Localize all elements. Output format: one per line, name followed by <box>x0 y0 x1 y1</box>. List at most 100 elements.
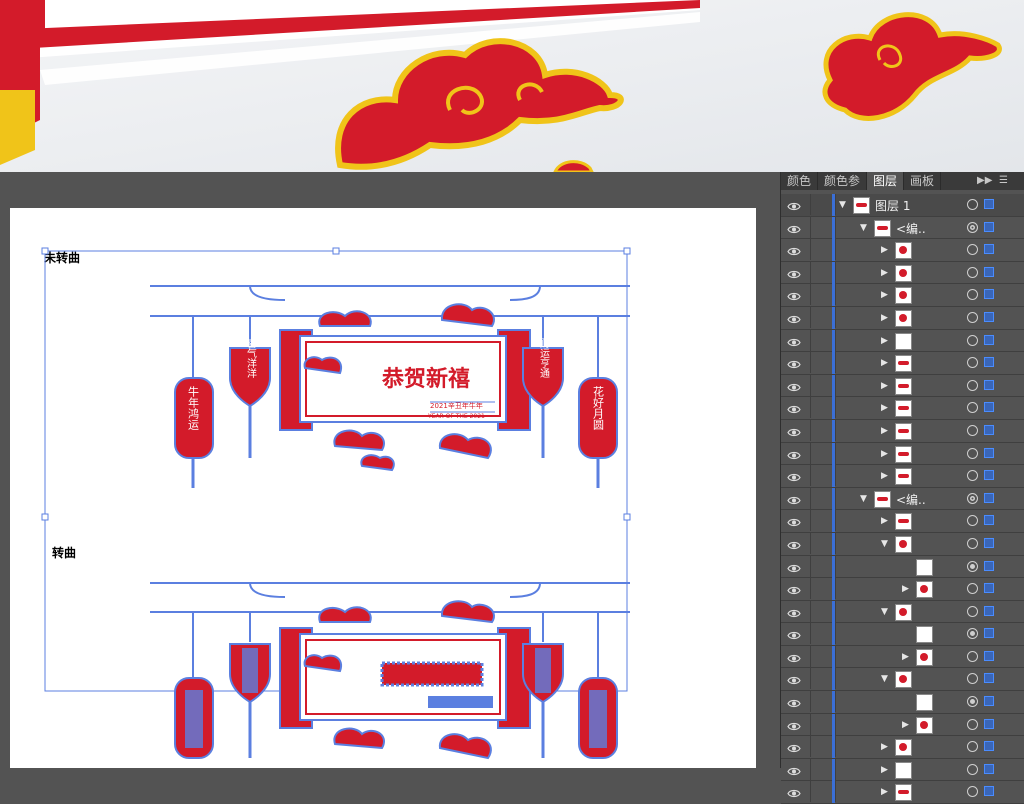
target-circle-icon[interactable] <box>967 628 978 640</box>
target-circle-icon[interactable] <box>967 447 978 459</box>
layer-row[interactable] <box>781 623 1024 646</box>
collapse-triangle-icon[interactable]: ▼ <box>881 539 888 549</box>
target-circle-icon[interactable] <box>967 560 978 572</box>
expand-triangle-icon[interactable]: ▶ <box>881 765 888 775</box>
layer-row[interactable]: ▶ <box>781 465 1024 488</box>
target-circle-icon[interactable] <box>967 763 978 775</box>
layer-row[interactable]: ▶ <box>781 713 1024 737</box>
target-circle-icon[interactable] <box>967 289 978 301</box>
layer-row[interactable] <box>781 691 1024 714</box>
target-circle-icon[interactable] <box>967 311 978 323</box>
eye-icon[interactable] <box>787 243 801 256</box>
layer-row[interactable]: ▶ <box>781 374 1024 398</box>
eye-icon[interactable] <box>787 695 801 708</box>
target-circle-icon[interactable] <box>967 470 978 482</box>
target-circle-icon[interactable] <box>967 718 978 730</box>
selection-square-icon[interactable] <box>984 696 994 707</box>
layer-name[interactable]: 图层 1 <box>875 197 910 214</box>
target-circle-icon[interactable] <box>967 650 978 662</box>
eye-icon[interactable] <box>787 785 801 798</box>
expand-triangle-icon[interactable]: ▶ <box>881 449 888 459</box>
eye-icon[interactable] <box>787 221 801 234</box>
tab-layers[interactable]: 图层 <box>867 172 905 190</box>
expand-triangle-icon[interactable]: ▶ <box>881 787 888 797</box>
target-circle-icon[interactable] <box>967 266 978 278</box>
eye-icon[interactable] <box>787 650 801 663</box>
collapse-triangle-icon[interactable]: ▼ <box>839 200 846 210</box>
collapse-triangle-icon[interactable]: ▼ <box>860 223 867 233</box>
layer-row[interactable]: ▼ <box>781 668 1024 692</box>
eye-icon[interactable] <box>787 469 801 482</box>
expand-triangle-icon[interactable]: ▶ <box>881 358 888 368</box>
layer-row[interactable]: ▶ <box>781 419 1024 443</box>
artboard[interactable]: 未转曲 转曲 恭贺新禧 2021辛丑年牛年 YEAR OF THE 2021 牛… <box>10 208 756 768</box>
selection-square-icon[interactable] <box>984 244 994 255</box>
selection-square-icon[interactable] <box>984 470 994 481</box>
target-circle-icon[interactable] <box>967 537 978 549</box>
double-chevron-right-icon[interactable]: ▶▶ <box>977 172 992 190</box>
selection-square-icon[interactable] <box>984 763 994 774</box>
selection-square-icon[interactable] <box>984 673 994 684</box>
layer-row[interactable]: ▼ <编.. <box>781 216 1024 240</box>
panel-menu-icon[interactable]: ☰ <box>999 172 1008 190</box>
selection-square-icon[interactable] <box>984 311 994 322</box>
layer-row[interactable]: ▶ <box>781 329 1024 353</box>
eye-icon[interactable] <box>787 718 801 731</box>
layer-row[interactable]: ▶ <box>781 781 1024 804</box>
target-circle-icon[interactable] <box>967 605 978 617</box>
eye-icon[interactable] <box>787 492 801 505</box>
layer-row[interactable]: ▶ <box>781 510 1024 533</box>
expand-triangle-icon[interactable]: ▶ <box>881 403 888 413</box>
target-circle-icon[interactable] <box>967 379 978 391</box>
expand-triangle-icon[interactable]: ▶ <box>881 245 888 255</box>
layer-name[interactable]: <编.. <box>896 220 926 237</box>
layer-row[interactable]: ▶ <box>781 578 1024 601</box>
selection-square-icon[interactable] <box>984 199 994 209</box>
eye-icon[interactable] <box>787 288 801 301</box>
tab-color[interactable]: 颜色 <box>781 172 819 190</box>
eye-icon[interactable] <box>787 334 801 347</box>
selection-square-icon[interactable] <box>984 515 994 526</box>
eye-icon[interactable] <box>787 740 801 753</box>
collapse-triangle-icon[interactable]: ▼ <box>881 607 888 617</box>
selection-square-icon[interactable] <box>984 424 994 435</box>
selection-square-icon[interactable] <box>984 402 994 413</box>
expand-triangle-icon[interactable]: ▶ <box>881 516 888 526</box>
target-circle-icon[interactable] <box>967 221 978 233</box>
selection-square-icon[interactable] <box>984 583 994 594</box>
layer-row[interactable]: ▼ <编.. <box>781 487 1024 511</box>
expand-triangle-icon[interactable]: ▶ <box>881 268 888 278</box>
layer-row[interactable]: ▼ <box>781 532 1024 556</box>
selection-square-icon[interactable] <box>984 447 994 458</box>
layer-row[interactable]: ▶ <box>781 758 1024 782</box>
layer-row[interactable]: ▼ <box>781 600 1024 624</box>
selection-square-icon[interactable] <box>984 266 994 277</box>
canvas-workspace[interactable]: 未转曲 转曲 恭贺新禧 2021辛丑年牛年 YEAR OF THE 2021 牛… <box>0 172 780 768</box>
target-circle-icon[interactable] <box>967 673 978 685</box>
selection-square-icon[interactable] <box>984 357 994 368</box>
eye-icon[interactable] <box>787 198 801 211</box>
collapse-triangle-icon[interactable]: ▼ <box>881 674 888 684</box>
design-unoutlined[interactable]: 恭贺新禧 2021辛丑年牛年 YEAR OF THE 2021 牛年鸿运 喜气洋… <box>150 285 630 488</box>
expand-triangle-icon[interactable]: ▶ <box>881 313 888 323</box>
selection-square-icon[interactable] <box>984 221 994 232</box>
eye-icon[interactable] <box>787 560 801 573</box>
tab-color-guide[interactable]: 颜色参 <box>818 172 868 190</box>
eye-icon[interactable] <box>787 763 801 776</box>
target-circle-icon[interactable] <box>967 244 978 256</box>
selection-square-icon[interactable] <box>984 628 994 639</box>
expand-triangle-icon[interactable]: ▶ <box>902 652 909 662</box>
target-circle-icon[interactable] <box>967 583 978 595</box>
layer-row[interactable]: ▶ <box>781 306 1024 330</box>
expand-triangle-icon[interactable]: ▶ <box>881 336 888 346</box>
tab-artboards[interactable]: 画板 <box>904 172 942 190</box>
selection-square-icon[interactable] <box>984 334 994 345</box>
target-circle-icon[interactable] <box>967 199 978 210</box>
target-circle-icon[interactable] <box>967 334 978 346</box>
eye-icon[interactable] <box>787 605 801 618</box>
layer-row[interactable]: ▼ 图层 1 <box>781 194 1024 217</box>
eye-icon[interactable] <box>787 401 801 414</box>
artwork-selection[interactable]: 恭贺新禧 2021辛丑年牛年 YEAR OF THE 2021 牛年鸿运 喜气洋… <box>10 208 756 768</box>
expand-triangle-icon[interactable]: ▶ <box>881 471 888 481</box>
target-circle-icon[interactable] <box>967 402 978 414</box>
